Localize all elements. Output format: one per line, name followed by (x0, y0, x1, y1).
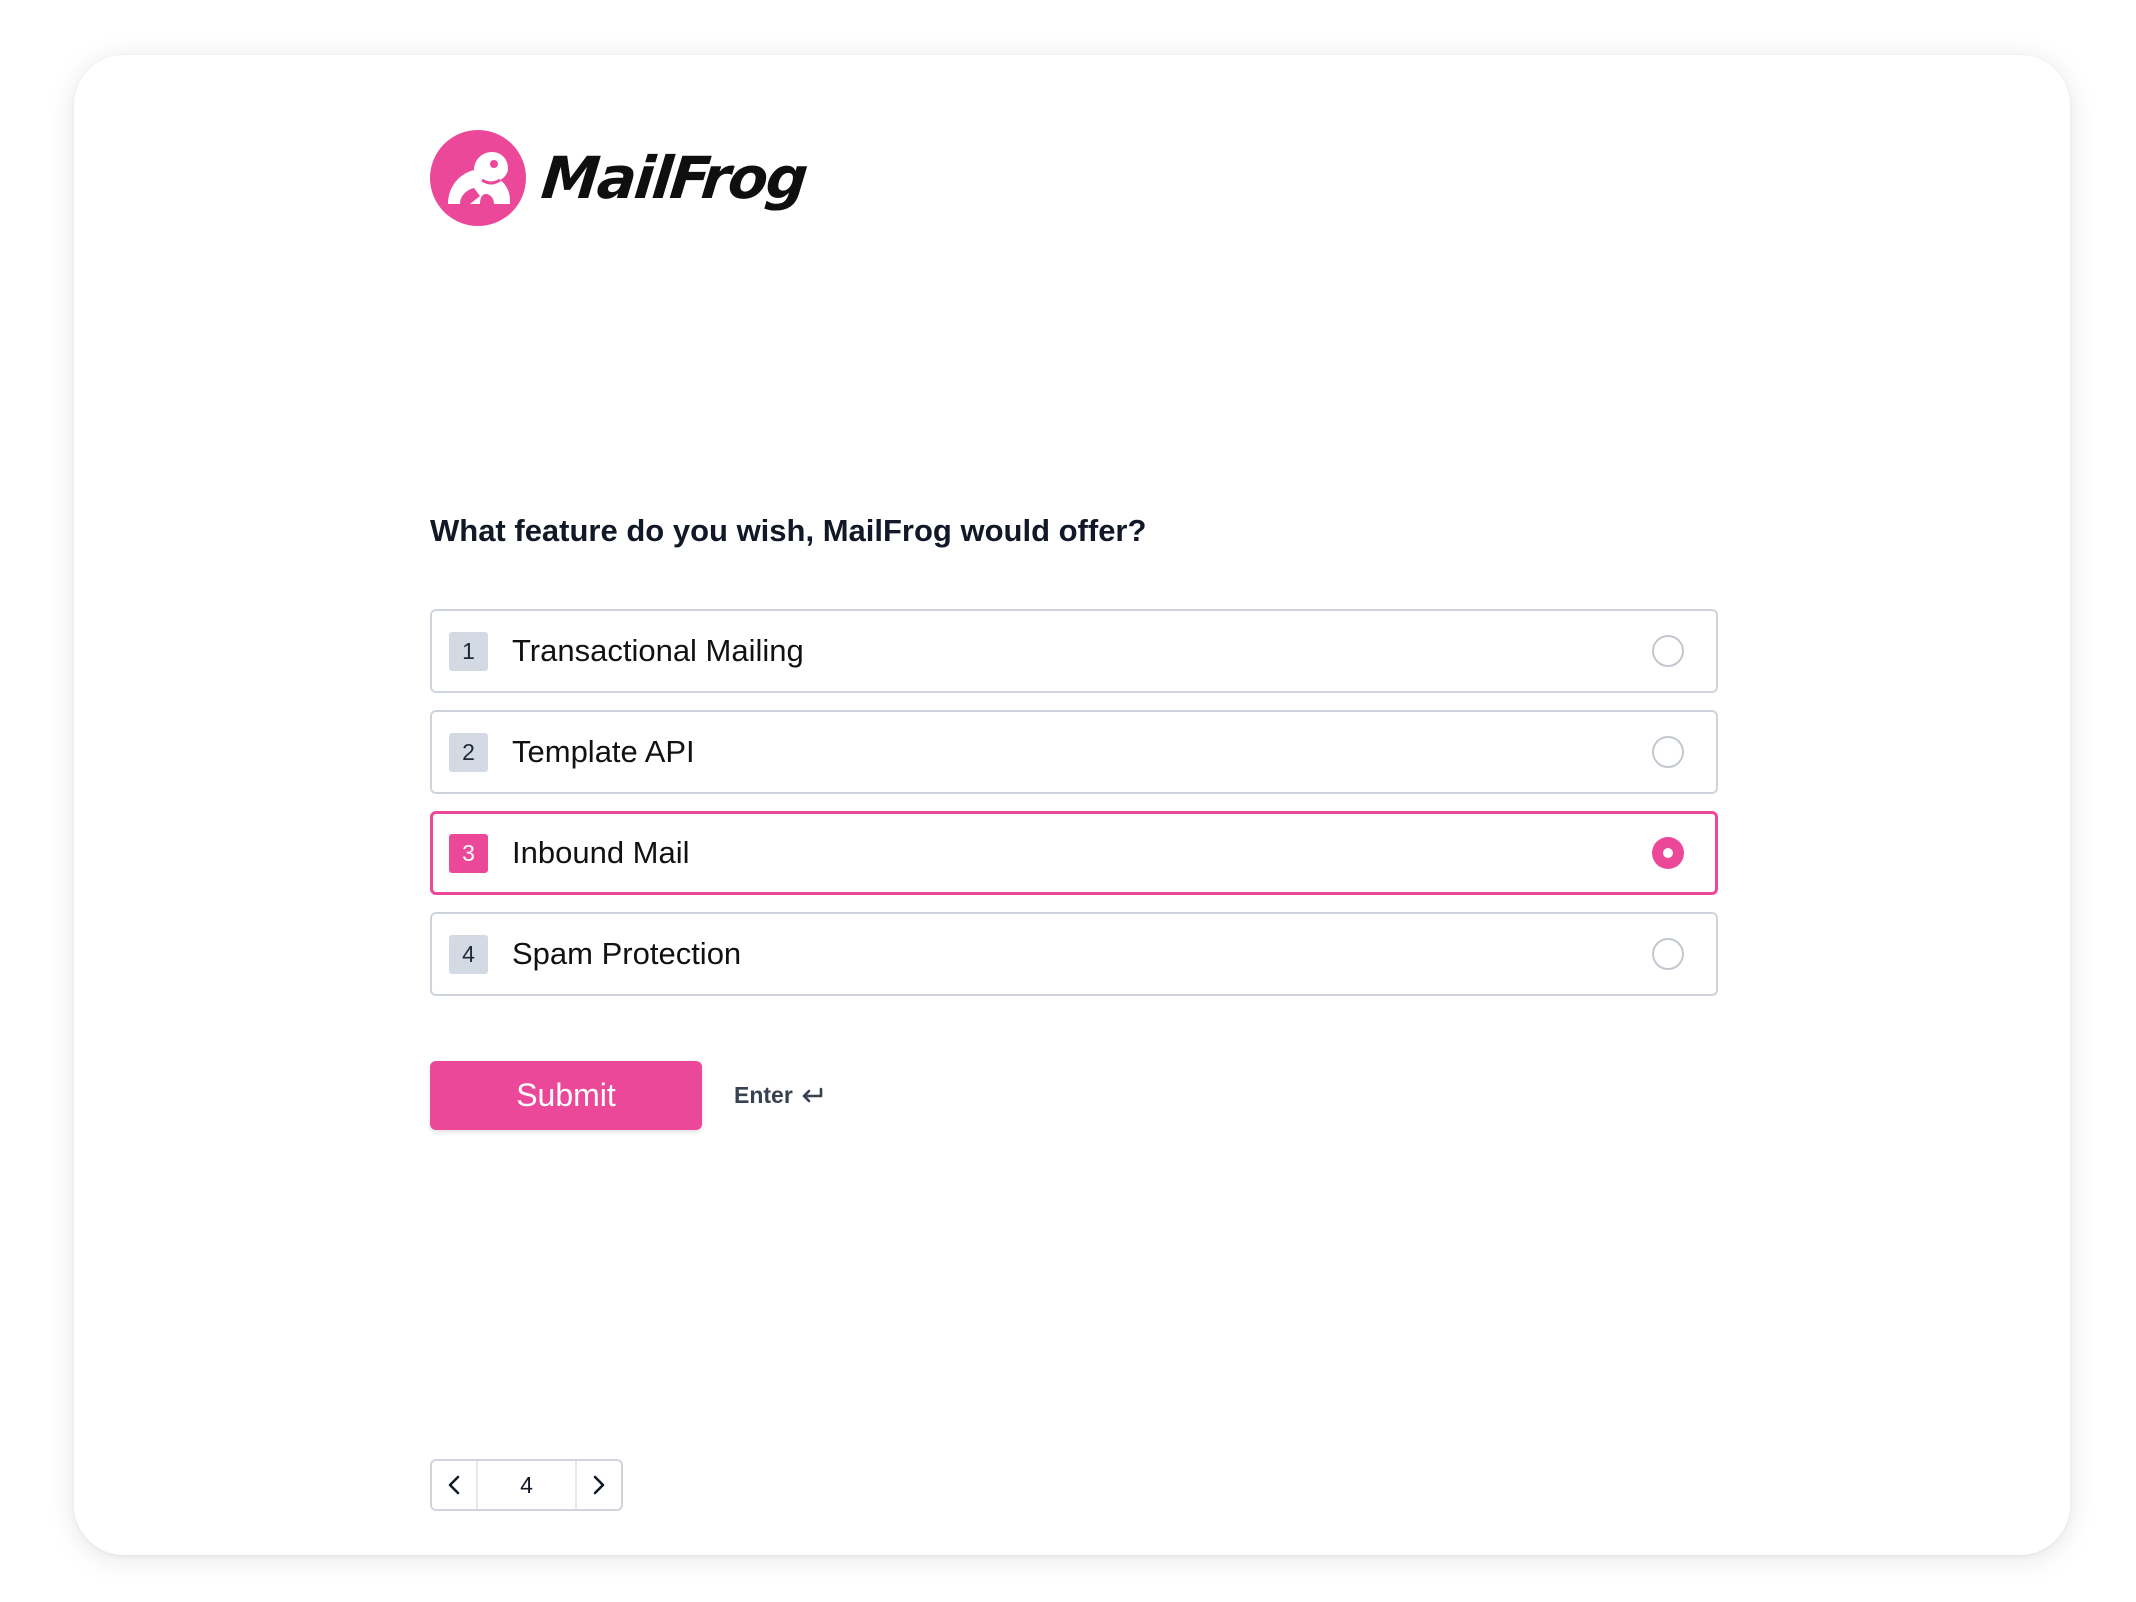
option-label: Spam Protection (512, 936, 742, 971)
chevron-left-icon (448, 1475, 460, 1495)
submit-button[interactable]: Submit (430, 1061, 702, 1130)
frog-icon (430, 130, 526, 226)
brand-logo: MailFrog (430, 130, 810, 226)
question-text: What feature do you wish, MailFrog would… (430, 513, 1147, 548)
options-list: 1 Transactional Mailing 2 Template API 3… (430, 609, 1718, 1013)
hint-label: Enter (734, 1082, 793, 1108)
keyboard-hint: Enter (734, 1082, 825, 1109)
brand-name: MailFrog (538, 144, 810, 212)
option-template-api[interactable]: 2 Template API (430, 710, 1718, 794)
option-label: Inbound Mail (512, 835, 690, 870)
option-key: 4 (449, 934, 488, 974)
radio-button-selected[interactable] (1652, 837, 1684, 869)
survey-content: MailFrog What feature do you wish, MailF… (430, 55, 1718, 1555)
option-key: 2 (449, 732, 488, 772)
next-page-button[interactable] (575, 1461, 621, 1509)
radio-button[interactable] (1652, 736, 1684, 768)
option-spam-protection[interactable]: 4 Spam Protection (430, 912, 1718, 996)
option-label: Template API (512, 734, 695, 769)
survey-card: MailFrog What feature do you wish, MailF… (74, 55, 2070, 1555)
option-key: 3 (449, 833, 488, 873)
chevron-right-icon (593, 1475, 605, 1495)
current-page-number: 4 (520, 1471, 533, 1498)
previous-page-button[interactable] (432, 1461, 478, 1509)
radio-button[interactable] (1652, 938, 1684, 970)
option-key: 1 (449, 631, 488, 671)
radio-button[interactable] (1652, 635, 1684, 667)
option-inbound-mail[interactable]: 3 Inbound Mail (430, 811, 1718, 895)
form-actions: Submit Enter (430, 1061, 825, 1130)
option-transactional-mailing[interactable]: 1 Transactional Mailing (430, 609, 1718, 693)
pagination: 4 (430, 1459, 623, 1511)
option-label: Transactional Mailing (512, 633, 804, 668)
enter-return-icon (802, 1087, 823, 1102)
